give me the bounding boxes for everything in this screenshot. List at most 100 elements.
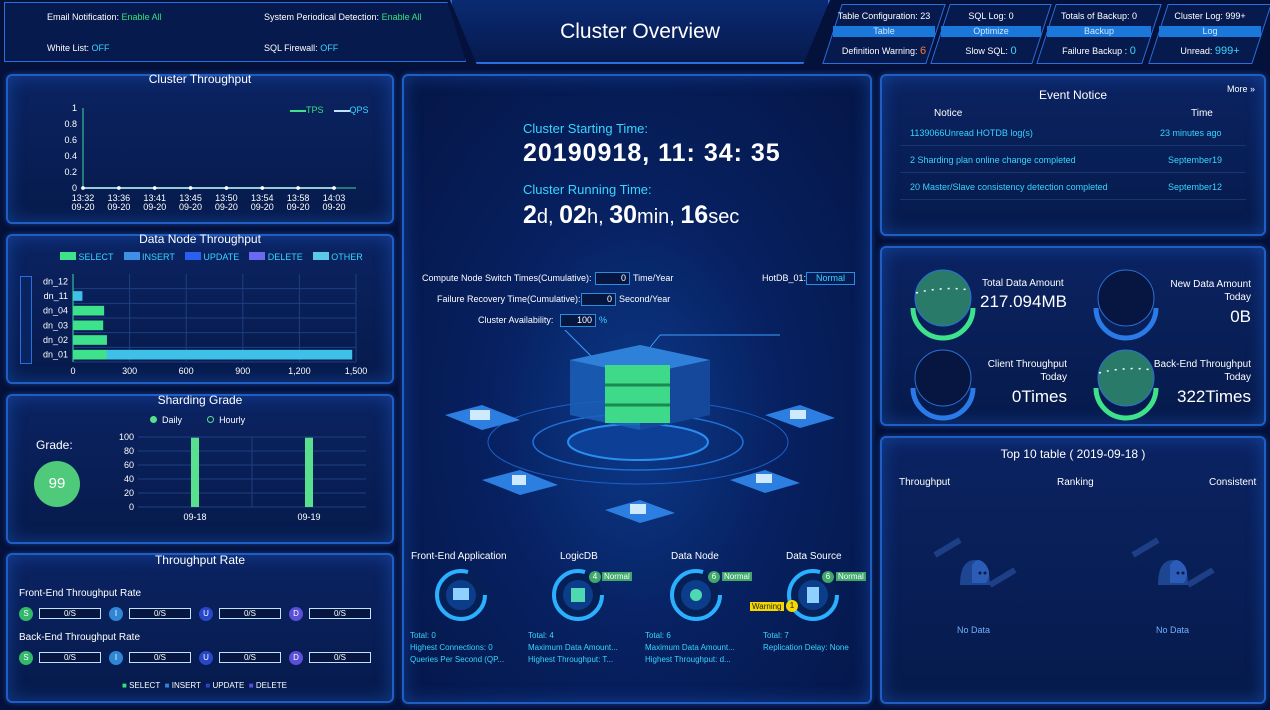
category-label: dn_11 xyxy=(44,291,68,301)
bar-dn_03-select xyxy=(73,320,104,331)
y-tick-label: 100 xyxy=(119,432,134,442)
data-point xyxy=(296,186,300,190)
x-tick-label: 09-20 xyxy=(143,202,166,212)
select-badge: S xyxy=(19,607,33,621)
tab-log[interactable]: Cluster Log: 999+ Log Unread: 999+ xyxy=(1148,4,1270,64)
x-tick-label: 09-20 xyxy=(287,202,310,212)
client-throughput-value: 0Times xyxy=(1011,387,1067,406)
availability-value: 100 xyxy=(560,314,596,327)
delete-badge: D xyxy=(289,651,303,665)
event-row[interactable]: 1139066Unread HOTDB log(s) 23 minutes ag… xyxy=(900,122,1246,146)
update-badge: U xyxy=(199,607,213,621)
data-point xyxy=(117,186,121,190)
insert-badge: I xyxy=(109,651,123,665)
datasource-warning[interactable]: Warning xyxy=(750,602,784,611)
backend-throughput-label: Back-End Throughput Today xyxy=(1153,359,1251,383)
y-tick-label: 0 xyxy=(129,502,134,512)
recovery-time-label: Failure Recovery Time(Cumulative): xyxy=(437,294,581,304)
category-label: dn_02 xyxy=(43,335,68,345)
availability-label: Cluster Availability: xyxy=(478,315,554,325)
table-icon xyxy=(445,405,520,430)
start-time-value: 20190918, 11: 34: 35 xyxy=(523,139,781,167)
y-tick-label: 0.4 xyxy=(64,151,77,161)
tab-optimize[interactable]: SQL Log: 0 Optimize Slow SQL: 0 xyxy=(930,4,1052,64)
new-data-value: 0B xyxy=(1230,307,1251,326)
datasource-stats: Total: 7 Replication Delay: None xyxy=(763,631,849,652)
bar-dn_04-select xyxy=(73,305,105,316)
backend-throughput-value: 322Times xyxy=(1176,387,1251,406)
email-notification-setting[interactable]: Email Notification: Enable All xyxy=(47,12,162,22)
no-data-illustration-2 xyxy=(1131,537,1215,588)
x-tick-label: 1,500 xyxy=(345,366,368,376)
bar-dn_01-insert xyxy=(106,349,353,360)
datanode-count-badge: 6 xyxy=(708,571,720,583)
rate-legend: ■ SELECT ■ INSERT ■ UPDATE ■ DELETE xyxy=(122,681,287,690)
front-end-app-icon[interactable] xyxy=(435,569,487,621)
data-node-scrollbar[interactable] xyxy=(20,276,32,364)
total-data-label: Total Data Amount xyxy=(982,278,1064,289)
sharding-legend: Daily Hourly xyxy=(150,415,245,425)
new-data-gauge xyxy=(1093,269,1159,341)
hotdb-status: Normal xyxy=(806,272,855,285)
datasource-warning-count: 1 xyxy=(786,600,798,612)
grade-value-badge: 99 xyxy=(34,461,80,507)
cluster-throughput-title: Cluster Throughput xyxy=(148,72,252,86)
delete-badge: D xyxy=(289,607,303,621)
top10-title: Top 10 table ( 2019-09-18 ) xyxy=(1000,447,1146,461)
new-data-label: New Data Amount Today xyxy=(1170,279,1251,303)
empty-ghost-icon xyxy=(1131,537,1215,588)
data-point xyxy=(224,186,229,190)
document-icon xyxy=(765,405,835,428)
back-end-rate-label: Back-End Throughput Rate xyxy=(19,632,141,643)
y-tick-label: 1 xyxy=(72,103,77,113)
client-throughput-label: Client Throughput Today xyxy=(987,359,1067,383)
sharding-grade-title: Sharding Grade xyxy=(157,393,243,407)
legend-tps: TPS xyxy=(306,105,324,115)
sql-firewall-setting[interactable]: SQL Firewall: OFF xyxy=(264,43,338,53)
cloud-icon xyxy=(730,470,800,493)
page-title: Cluster Overview xyxy=(560,20,720,43)
total-data-value: 217.094MB xyxy=(980,292,1067,311)
double-chevron-right-icon: » xyxy=(1250,84,1256,94)
x-tick-label: 09-20 xyxy=(179,202,202,212)
data-point xyxy=(188,186,193,190)
x-tick-label: 600 xyxy=(179,366,194,376)
node-logicdb-title: LogicDB xyxy=(560,551,598,562)
total-data-gauge xyxy=(910,269,976,341)
bar-09-18 xyxy=(191,437,199,507)
back-insert-rate: 0/S xyxy=(129,652,191,663)
y-tick-label: 0.2 xyxy=(64,167,77,177)
x-tick-label: 300 xyxy=(122,366,137,376)
no-data-illustration-1 xyxy=(933,537,1017,588)
hotdb-label: HotDB_01: xyxy=(762,273,807,283)
tab-backup[interactable]: Totals of Backup: 0 Backup Failure Backu… xyxy=(1036,4,1162,64)
data-point xyxy=(81,186,85,190)
y-tick-label: 0 xyxy=(72,183,77,193)
update-badge: U xyxy=(199,651,213,665)
data-point xyxy=(332,186,336,190)
back-select-rate: 0/S xyxy=(39,652,101,663)
y-tick-label: 20 xyxy=(124,488,134,498)
x-tick-label: 09-19 xyxy=(297,512,320,522)
switch-times-unit: Time/Year xyxy=(633,273,674,283)
system-detection-setting[interactable]: System Periodical Detection: Enable All xyxy=(264,12,422,22)
datanode-status: Normal xyxy=(722,572,752,581)
x-tick-label: 1,200 xyxy=(288,366,311,376)
grade-label: Grade: xyxy=(36,438,73,452)
tab-table[interactable]: Table Configuration: 23 Table Definition… xyxy=(822,4,946,64)
x-tick-label: 0 xyxy=(70,366,75,376)
logicdb-status: Normal xyxy=(602,572,632,581)
front-rate-row: S 0/S I 0/S U 0/S D 0/S xyxy=(19,607,379,621)
event-row[interactable]: 20 Master/Slave consistency detection co… xyxy=(900,176,1246,200)
y-tick-label: 60 xyxy=(124,460,134,470)
front-end-rate-label: Front-End Throughput Rate xyxy=(19,588,142,599)
x-tick-label: 09-20 xyxy=(215,202,238,212)
top10-col-consistent: Consistent xyxy=(1209,477,1257,488)
y-tick-label: 40 xyxy=(124,474,134,484)
event-col-notice: Notice xyxy=(934,108,963,119)
back-rate-row: S 0/S I 0/S U 0/S D 0/S xyxy=(19,651,379,665)
white-list-setting[interactable]: White List: OFF xyxy=(47,43,110,53)
event-row[interactable]: 2 Sharding plan online change completed … xyxy=(900,149,1246,173)
more-link[interactable]: More » xyxy=(1227,84,1255,94)
cluster-throughput-legend: TPS QPS xyxy=(290,105,369,115)
